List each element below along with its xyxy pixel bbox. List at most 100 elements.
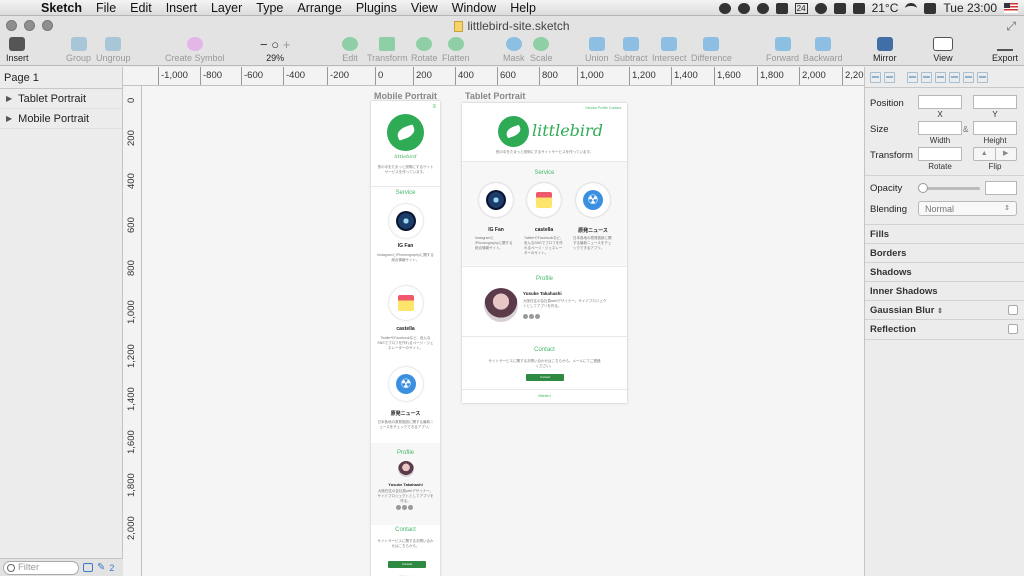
menu-arrange[interactable]: Arrange <box>290 1 348 15</box>
close-window-button[interactable] <box>6 20 17 31</box>
input-source-flag-icon[interactable] <box>1004 3 1018 13</box>
footer-link[interactable]: littlebird <box>462 394 627 398</box>
menu-file[interactable]: File <box>89 1 123 15</box>
difference-button[interactable]: Difference <box>691 37 732 63</box>
filter-input[interactable]: Filter <box>3 560 79 575</box>
shadows-section[interactable]: Shadows <box>865 262 1024 281</box>
contact-button[interactable]: Contact <box>388 561 426 568</box>
borders-section[interactable]: Borders <box>865 243 1024 262</box>
dropbox-icon[interactable] <box>833 2 846 14</box>
clock[interactable]: Tue 23:00 <box>943 1 997 15</box>
menu-window[interactable]: Window <box>445 1 503 15</box>
export-button[interactable]: Export <box>992 37 1018 63</box>
fills-section[interactable]: Fills <box>865 224 1024 243</box>
menu-view[interactable]: View <box>404 1 445 15</box>
rotate-button[interactable]: Rotate <box>411 37 438 63</box>
flip-vertical-button[interactable]: ▶ <box>994 148 1017 160</box>
artboard-label-tablet[interactable]: Tablet Portrait <box>465 91 525 101</box>
menu-edit[interactable]: Edit <box>123 1 159 15</box>
volume-icon[interactable] <box>924 2 937 14</box>
top-nav[interactable]: Service Profile Contact <box>585 106 621 111</box>
align-center-icon[interactable] <box>921 71 932 83</box>
zoom-in-button[interactable]: + <box>283 37 291 52</box>
social-icon[interactable] <box>523 314 528 319</box>
forward-button[interactable]: Forward <box>766 37 799 63</box>
opacity-field[interactable] <box>985 181 1017 195</box>
mirror-button[interactable]: Mirror <box>873 37 897 63</box>
cloud-icon[interactable] <box>852 2 865 14</box>
intersect-button[interactable]: Intersect <box>652 37 687 63</box>
view-button[interactable]: View <box>933 37 953 63</box>
menu-plugins[interactable]: Plugins <box>349 1 404 15</box>
backward-button[interactable]: Backward <box>803 37 843 63</box>
flip-horizontal-button[interactable]: ▲ <box>974 148 995 160</box>
disclosure-triangle-icon[interactable]: ▶ <box>6 94 12 103</box>
artboard-mobile-portrait[interactable]: ≡ littlebird 別の中をたまっと説明にするサイトサービスを作っています… <box>371 101 440 576</box>
wifi-icon[interactable] <box>905 2 918 14</box>
blending-select[interactable]: Normal ⇕ <box>918 201 1017 216</box>
reflection-section[interactable]: Reflection <box>865 319 1024 338</box>
edit-button[interactable]: Edit <box>342 37 358 63</box>
opacity-slider[interactable] <box>920 187 980 190</box>
height-field[interactable] <box>973 121 1017 135</box>
gaussian-blur-section[interactable]: Gaussian Blur ⇕ <box>865 300 1024 319</box>
union-button[interactable]: Union <box>585 37 609 63</box>
menu-layer[interactable]: Layer <box>204 1 249 15</box>
width-field[interactable] <box>918 121 962 135</box>
minimize-window-button[interactable] <box>24 20 35 31</box>
vertical-ruler[interactable]: 0 200 400 600 800 1,000 1,200 1,400 1,60… <box>123 86 142 576</box>
stepper-icon[interactable]: ⇕ <box>937 308 943 315</box>
subtract-button[interactable]: Subtract <box>614 37 648 63</box>
lock-ratio-icon[interactable]: & <box>963 125 968 134</box>
menu-insert[interactable]: Insert <box>159 1 204 15</box>
artboard-tablet-portrait[interactable]: Service Profile Contact littlebird 別の中をた… <box>462 103 627 403</box>
disclosure-triangle-icon[interactable]: ▶ <box>6 114 12 123</box>
slice-filter-icon[interactable]: ✎ <box>97 562 105 573</box>
system-extra-icon[interactable] <box>718 2 731 14</box>
position-x-field[interactable] <box>918 95 962 109</box>
ungroup-button[interactable]: Ungroup <box>96 37 131 63</box>
reflection-checkbox[interactable] <box>1008 324 1018 334</box>
design-canvas[interactable]: Mobile Portrait ≡ littlebird 別の中をたまっと説明に… <box>142 86 864 576</box>
sync-icon[interactable] <box>756 2 769 14</box>
social-icon[interactable] <box>529 314 534 319</box>
create-symbol-button[interactable]: Create Symbol <box>165 37 225 63</box>
weather-temperature[interactable]: 21°C <box>872 1 899 15</box>
distribute-vertical-icon[interactable] <box>884 71 895 83</box>
social-icon[interactable] <box>408 505 413 510</box>
bulb-icon[interactable] <box>775 2 788 14</box>
artboard-label-mobile[interactable]: Mobile Portrait <box>374 91 437 101</box>
distribute-horizontal-icon[interactable] <box>870 71 881 83</box>
rotate-field[interactable] <box>918 147 962 161</box>
position-y-field[interactable] <box>973 95 1017 109</box>
menu-help[interactable]: Help <box>503 1 543 15</box>
opacity-slider-knob[interactable] <box>918 183 928 193</box>
calendar-badge[interactable]: 24 <box>794 2 808 14</box>
zoom-window-button[interactable] <box>42 20 53 31</box>
skype-icon[interactable] <box>814 2 827 14</box>
gaussian-blur-checkbox[interactable] <box>1008 305 1018 315</box>
drop-icon[interactable] <box>737 2 750 14</box>
group-button[interactable]: Group <box>66 37 91 63</box>
zoom-out-button[interactable]: − <box>260 37 268 52</box>
mask-button[interactable]: Mask <box>503 37 525 63</box>
zoom-control[interactable]: − ○ + 29% <box>260 37 290 63</box>
align-top-icon[interactable] <box>949 71 960 83</box>
contact-button[interactable]: Contact <box>526 374 564 381</box>
fullscreen-icon[interactable]: ⤢ <box>1006 19 1016 34</box>
insert-button[interactable]: Insert <box>6 37 29 63</box>
social-icon[interactable] <box>396 505 401 510</box>
social-icon[interactable] <box>535 314 540 319</box>
social-icon[interactable] <box>402 505 407 510</box>
inner-shadows-section[interactable]: Inner Shadows <box>865 281 1024 300</box>
horizontal-ruler[interactable]: -1,000 -800 -600 -400 -200 0 200 400 600… <box>123 67 864 86</box>
artboards-filter-icon[interactable] <box>83 563 93 572</box>
page-selector[interactable]: Page 1 <box>0 67 122 89</box>
align-bottom-icon[interactable] <box>977 71 988 83</box>
flatten-button[interactable]: Flatten <box>442 37 470 63</box>
layer-row-mobile-portrait[interactable]: ▶ Mobile Portrait <box>0 109 122 129</box>
menu-type[interactable]: Type <box>249 1 290 15</box>
align-middle-icon[interactable] <box>963 71 974 83</box>
align-right-icon[interactable] <box>935 71 946 83</box>
transform-button[interactable]: Transform <box>367 37 408 63</box>
